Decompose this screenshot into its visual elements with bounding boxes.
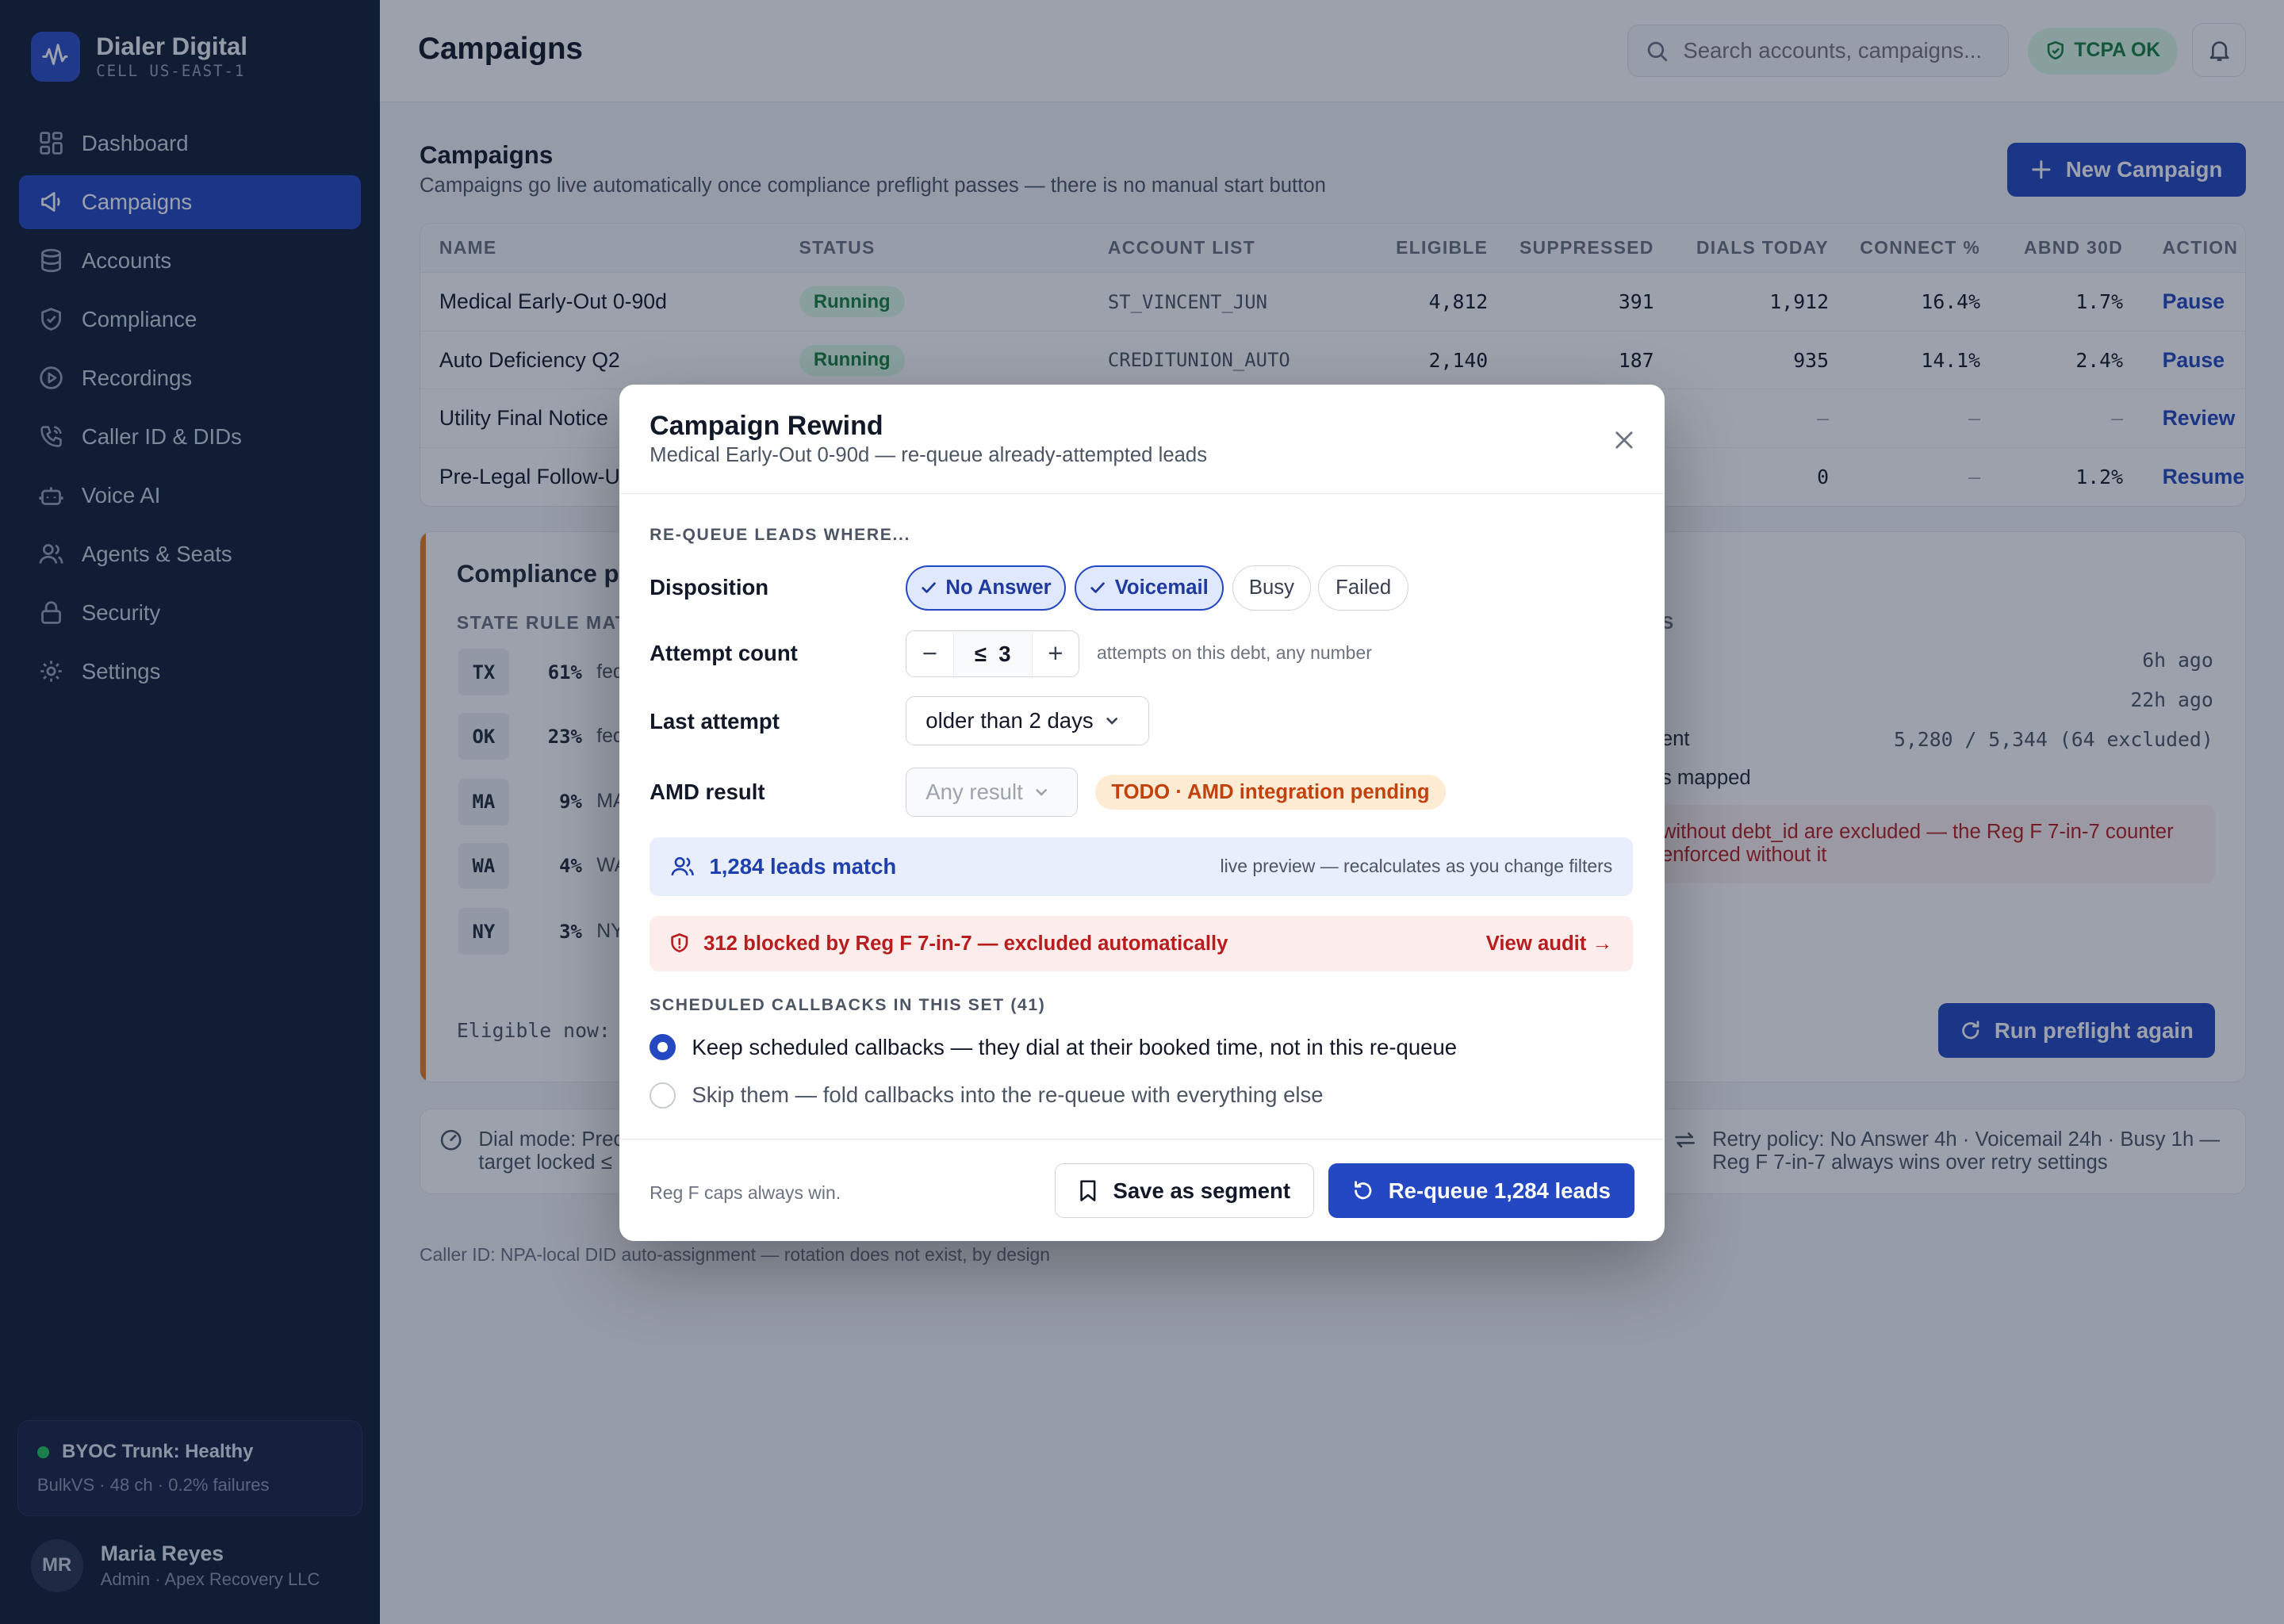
last-attempt-label: Last attempt: [650, 709, 780, 734]
footer-note: Reg F caps always win.: [650, 1182, 841, 1203]
amd-result-label: AMD result: [650, 779, 765, 804]
close-icon: [1615, 431, 1634, 450]
last-attempt-select[interactable]: older than 2 days: [906, 695, 1150, 746]
chip-busy[interactable]: Busy: [1232, 565, 1312, 611]
attempt-stepper: − ≤ 3 +: [906, 630, 1079, 678]
radio-label: Keep scheduled callbacks — they dial at …: [692, 1034, 1458, 1059]
select-value: Any result: [925, 779, 1023, 805]
requeue-label: Re-queue 1,284 leads: [1388, 1178, 1611, 1203]
chip-label: Busy: [1248, 576, 1294, 599]
modal-header: Campaign Rewind Medical Early-Out 0-90d …: [619, 385, 1665, 494]
select-value: older than 2 days: [925, 708, 1094, 733]
chip-no-answer[interactable]: No Answer: [906, 565, 1067, 611]
amd-result-select[interactable]: Any result: [906, 767, 1079, 818]
decrement-button[interactable]: −: [906, 632, 952, 676]
leads-match-banner: 1,284 leads match live preview — recalcu…: [650, 837, 1633, 896]
view-audit-link[interactable]: View audit →: [1486, 933, 1613, 956]
chip-failed[interactable]: Failed: [1318, 565, 1409, 611]
chevron-down-icon: [1034, 785, 1048, 799]
reg-f-blocked-banner: 312 blocked by Reg F 7-in-7 — excluded a…: [650, 916, 1633, 972]
radio-button[interactable]: [650, 1034, 676, 1061]
check-icon: [1090, 580, 1106, 596]
shield-alert-icon: [669, 933, 691, 955]
chevron-down-icon: [1105, 714, 1119, 728]
attempt-count-label: Attempt count: [650, 641, 798, 666]
close-button[interactable]: [1610, 425, 1639, 454]
chip-label: Failed: [1336, 576, 1392, 599]
radio-label: Skip them — fold callbacks into the re-q…: [692, 1082, 1324, 1108]
attempt-value[interactable]: ≤ 3: [952, 632, 1033, 676]
attempt-hint: attempts on this debt, any number: [1097, 642, 1372, 663]
radio-keep-callbacks[interactable]: Keep scheduled callbacks — they dial at …: [650, 1034, 1458, 1061]
requeue-button[interactable]: Re-queue 1,284 leads: [1328, 1162, 1634, 1219]
increment-button[interactable]: +: [1033, 632, 1079, 676]
modal-footer: Reg F caps always win. Save as segment R…: [619, 1139, 1665, 1241]
blocked-text: 312 blocked by Reg F 7-in-7 — excluded a…: [703, 932, 1228, 955]
radio-button[interactable]: [650, 1082, 676, 1109]
users-icon: [670, 854, 695, 879]
amd-todo-badge: TODO · AMD integration pending: [1095, 775, 1446, 810]
save-segment-label: Save as segment: [1113, 1178, 1291, 1203]
disposition-label: Disposition: [650, 575, 769, 600]
callbacks-section-label: SCHEDULED CALLBACKS IN THIS SET (41): [650, 996, 1046, 1015]
save-segment-button[interactable]: Save as segment: [1054, 1162, 1314, 1219]
minus-icon: −: [922, 638, 938, 668]
radio-skip-callbacks[interactable]: Skip them — fold callbacks into the re-q…: [650, 1082, 1324, 1109]
requeue-section-label: RE-QUEUE LEADS WHERE...: [650, 526, 911, 545]
plus-icon: +: [1048, 638, 1063, 668]
bookmark-icon: [1078, 1179, 1098, 1202]
match-note: live preview — recalculates as you chang…: [1220, 856, 1613, 877]
chip-voicemail[interactable]: Voicemail: [1075, 565, 1224, 611]
modal-subtitle: Medical Early-Out 0-90d — re-queue alrea…: [650, 444, 1208, 467]
chip-label: Voicemail: [1114, 576, 1209, 599]
check-icon: [921, 580, 937, 596]
campaign-rewind-modal: Campaign Rewind Medical Early-Out 0-90d …: [619, 384, 1665, 1241]
modal-title: Campaign Rewind: [650, 410, 883, 441]
rotate-ccw-icon: [1352, 1180, 1374, 1202]
match-count: 1,284 leads match: [709, 853, 897, 879]
chip-label: No Answer: [945, 576, 1052, 599]
